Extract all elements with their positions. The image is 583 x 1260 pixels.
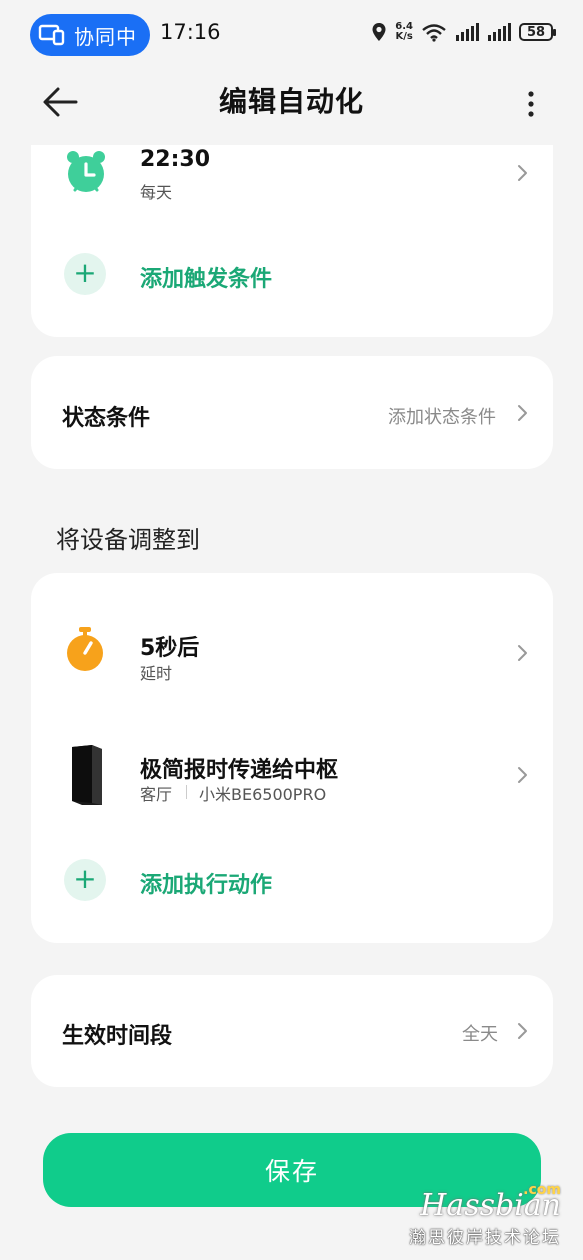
collab-badge[interactable]: 协同中 (30, 14, 150, 56)
plus-icon: + (64, 253, 106, 295)
multi-device-icon (38, 24, 65, 46)
watermark-com: .com (523, 1182, 561, 1198)
watermark-subtitle: 瀚思彼岸技术论坛 (409, 1228, 561, 1248)
action-device: 小米BE6500PRO (199, 785, 327, 804)
system-icons: 6.4 K/s 58 (371, 22, 556, 42)
chevron-right-icon (518, 767, 527, 783)
alarm-clock-icon (67, 151, 105, 192)
plus-icon: + (64, 859, 106, 901)
add-trigger-row[interactable]: + 添加触发条件 (31, 250, 553, 310)
actions-section-label: 将设备调整到 (56, 526, 200, 554)
action-title: 极简报时传递给中枢 (140, 758, 339, 783)
signal-icon-2 (488, 23, 511, 41)
clock: 17:16 (160, 20, 221, 44)
effective-period-title: 生效时间段 (62, 1024, 173, 1049)
action-title: 5秒后 (140, 636, 200, 661)
effective-period-value: 全天 (462, 1024, 498, 1045)
net-speed-unit: K/s (395, 31, 413, 42)
state-condition-title: 状态条件 (62, 406, 151, 431)
chevron-right-icon (518, 1023, 527, 1039)
watermark: .com Hassbian 瀚思彼岸技术论坛 (409, 1182, 561, 1248)
router-device-icon (72, 745, 102, 805)
location-icon (372, 23, 386, 41)
trigger-repeat: 每天 (140, 183, 173, 202)
add-trigger-label: 添加触发条件 (140, 267, 273, 292)
net-speed: 6.4 K/s (395, 22, 413, 42)
chevron-right-icon (518, 645, 527, 661)
action-room: 客厅 (140, 785, 173, 804)
trigger-time: 22:30 (140, 147, 211, 172)
stopwatch-icon (67, 627, 103, 671)
top-nav-bar: 编辑自动化 (0, 70, 583, 140)
action-subtitle: 延时 (140, 664, 173, 683)
signal-icon-1 (456, 23, 479, 41)
collab-label: 协同中 (74, 24, 137, 49)
action-item[interactable]: 5秒后 延时 (31, 613, 553, 693)
chevron-right-icon (518, 165, 527, 181)
action-item[interactable]: 极简报时传递给中枢 客厅 小米BE6500PRO (31, 735, 553, 815)
add-action-row[interactable]: + 添加执行动作 (31, 853, 553, 913)
actions-card: 5秒后 延时 极简报时传递给中枢 客厅 小米BE6500PRO + 添加执行动作 (31, 573, 553, 943)
more-options-icon[interactable] (519, 86, 543, 122)
add-action-label: 添加执行动作 (140, 873, 273, 898)
separator (186, 785, 187, 799)
battery-indicator: 58 (519, 23, 556, 41)
time-trigger-row[interactable]: 22:30 每天 (31, 145, 553, 230)
trigger-card: 22:30 每天 + 添加触发条件 (31, 145, 553, 337)
state-condition-card[interactable]: 状态条件 添加状态条件 (31, 356, 553, 469)
status-bar: 协同中 17:16 6.4 K/s 58 (0, 0, 583, 70)
wifi-icon (422, 24, 446, 42)
page-title: 编辑自动化 (218, 85, 364, 118)
effective-period-card[interactable]: 生效时间段 全天 (31, 975, 553, 1087)
add-state-condition-hint: 添加状态条件 (388, 407, 496, 428)
chevron-right-icon (518, 405, 527, 421)
